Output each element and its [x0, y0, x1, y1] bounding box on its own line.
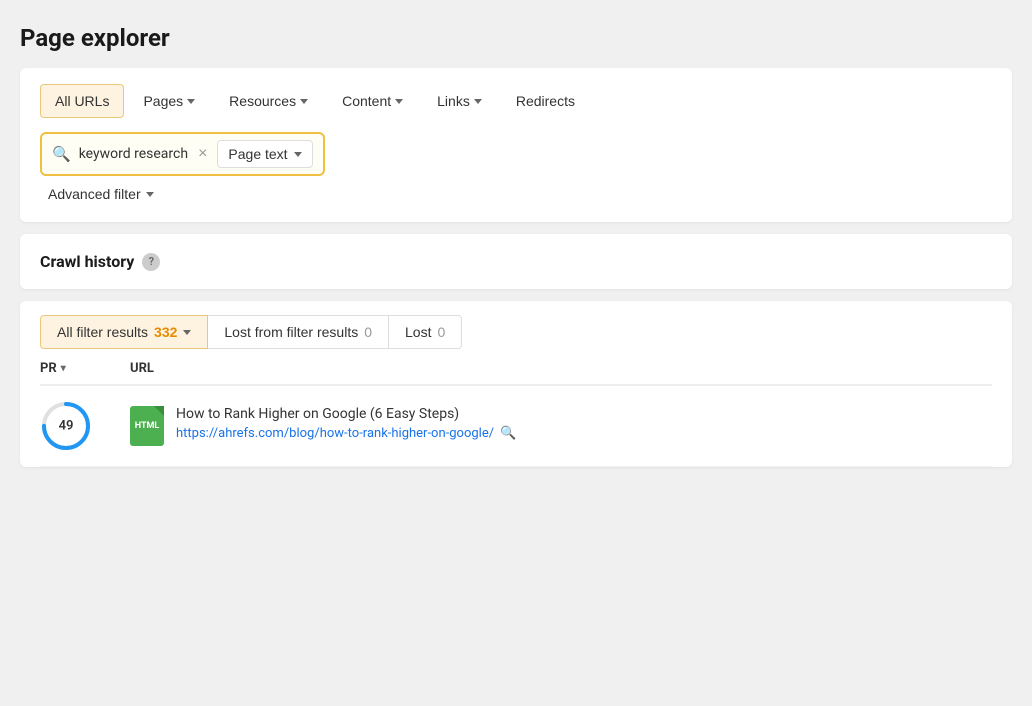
tabs-bar: All URLs Pages Resources Content Links [40, 84, 992, 118]
links-chevron-icon [474, 99, 482, 104]
result-tab-all-filter[interactable]: All filter results 332 [40, 315, 208, 349]
html-type-icon: HTML [130, 406, 164, 446]
page-wrapper: Page explorer All URLs Pages Resources C… [0, 0, 1032, 706]
results-tabs: All filter results 332 Lost from filter … [40, 315, 992, 349]
pr-sort-icon: ▾ [61, 363, 66, 374]
crawl-history-header: Crawl history ? [40, 252, 992, 271]
crawl-history-help-icon[interactable]: ? [142, 253, 160, 271]
td-pr: 49 [40, 400, 130, 452]
resources-chevron-icon [300, 99, 308, 104]
tab-pages[interactable]: Pages [128, 84, 210, 118]
search-icon: 🔍 [52, 145, 71, 163]
table-row: 49 HTML How to Rank Higher on Google (6 … [40, 386, 992, 467]
tab-redirects[interactable]: Redirects [501, 84, 590, 118]
url-search-icon[interactable]: 🔍 [500, 426, 516, 441]
filter-bar: 🔍 keyword research × Page text [40, 132, 325, 176]
all-filter-chevron-icon [183, 330, 191, 335]
page-title: Page explorer [20, 24, 1012, 52]
tab-content[interactable]: Content [327, 84, 418, 118]
lost-count: 0 [437, 324, 445, 340]
filter-type-button[interactable]: Page text [217, 140, 312, 168]
result-tab-lost-filter[interactable]: Lost from filter results 0 [208, 315, 389, 349]
advanced-filter-button[interactable]: Advanced filter [48, 186, 154, 202]
col-pr[interactable]: PR ▾ [40, 361, 130, 376]
result-url-link[interactable]: https://ahrefs.com/blog/how-to-rank-high… [176, 426, 494, 441]
lost-filter-count: 0 [364, 324, 372, 340]
tab-all-urls[interactable]: All URLs [40, 84, 124, 118]
col-url: URL [130, 361, 992, 376]
results-card: All filter results 332 Lost from filter … [20, 301, 1012, 467]
search-value: keyword research [79, 146, 188, 162]
tabs-filter-card: All URLs Pages Resources Content Links [20, 68, 1012, 222]
url-info: How to Rank Higher on Google (6 Easy Ste… [176, 406, 516, 441]
pr-circle-badge: 49 [40, 400, 92, 452]
crawl-history-card: Crawl history ? [20, 234, 1012, 289]
pr-value: 49 [59, 419, 74, 434]
tab-resources[interactable]: Resources [214, 84, 323, 118]
table-header: PR ▾ URL [40, 349, 992, 386]
tab-links[interactable]: Links [422, 84, 497, 118]
crawl-history-title: Crawl history [40, 252, 134, 271]
result-title: How to Rank Higher on Google (6 Easy Ste… [176, 406, 516, 422]
clear-search-button[interactable]: × [196, 146, 209, 162]
td-url: HTML How to Rank Higher on Google (6 Eas… [130, 406, 992, 446]
result-tab-lost[interactable]: Lost 0 [389, 315, 462, 349]
filter-type-chevron-icon [294, 152, 302, 157]
content-chevron-icon [395, 99, 403, 104]
pages-chevron-icon [187, 99, 195, 104]
advanced-filter-chevron-icon [146, 192, 154, 197]
all-filter-count: 332 [154, 324, 177, 340]
